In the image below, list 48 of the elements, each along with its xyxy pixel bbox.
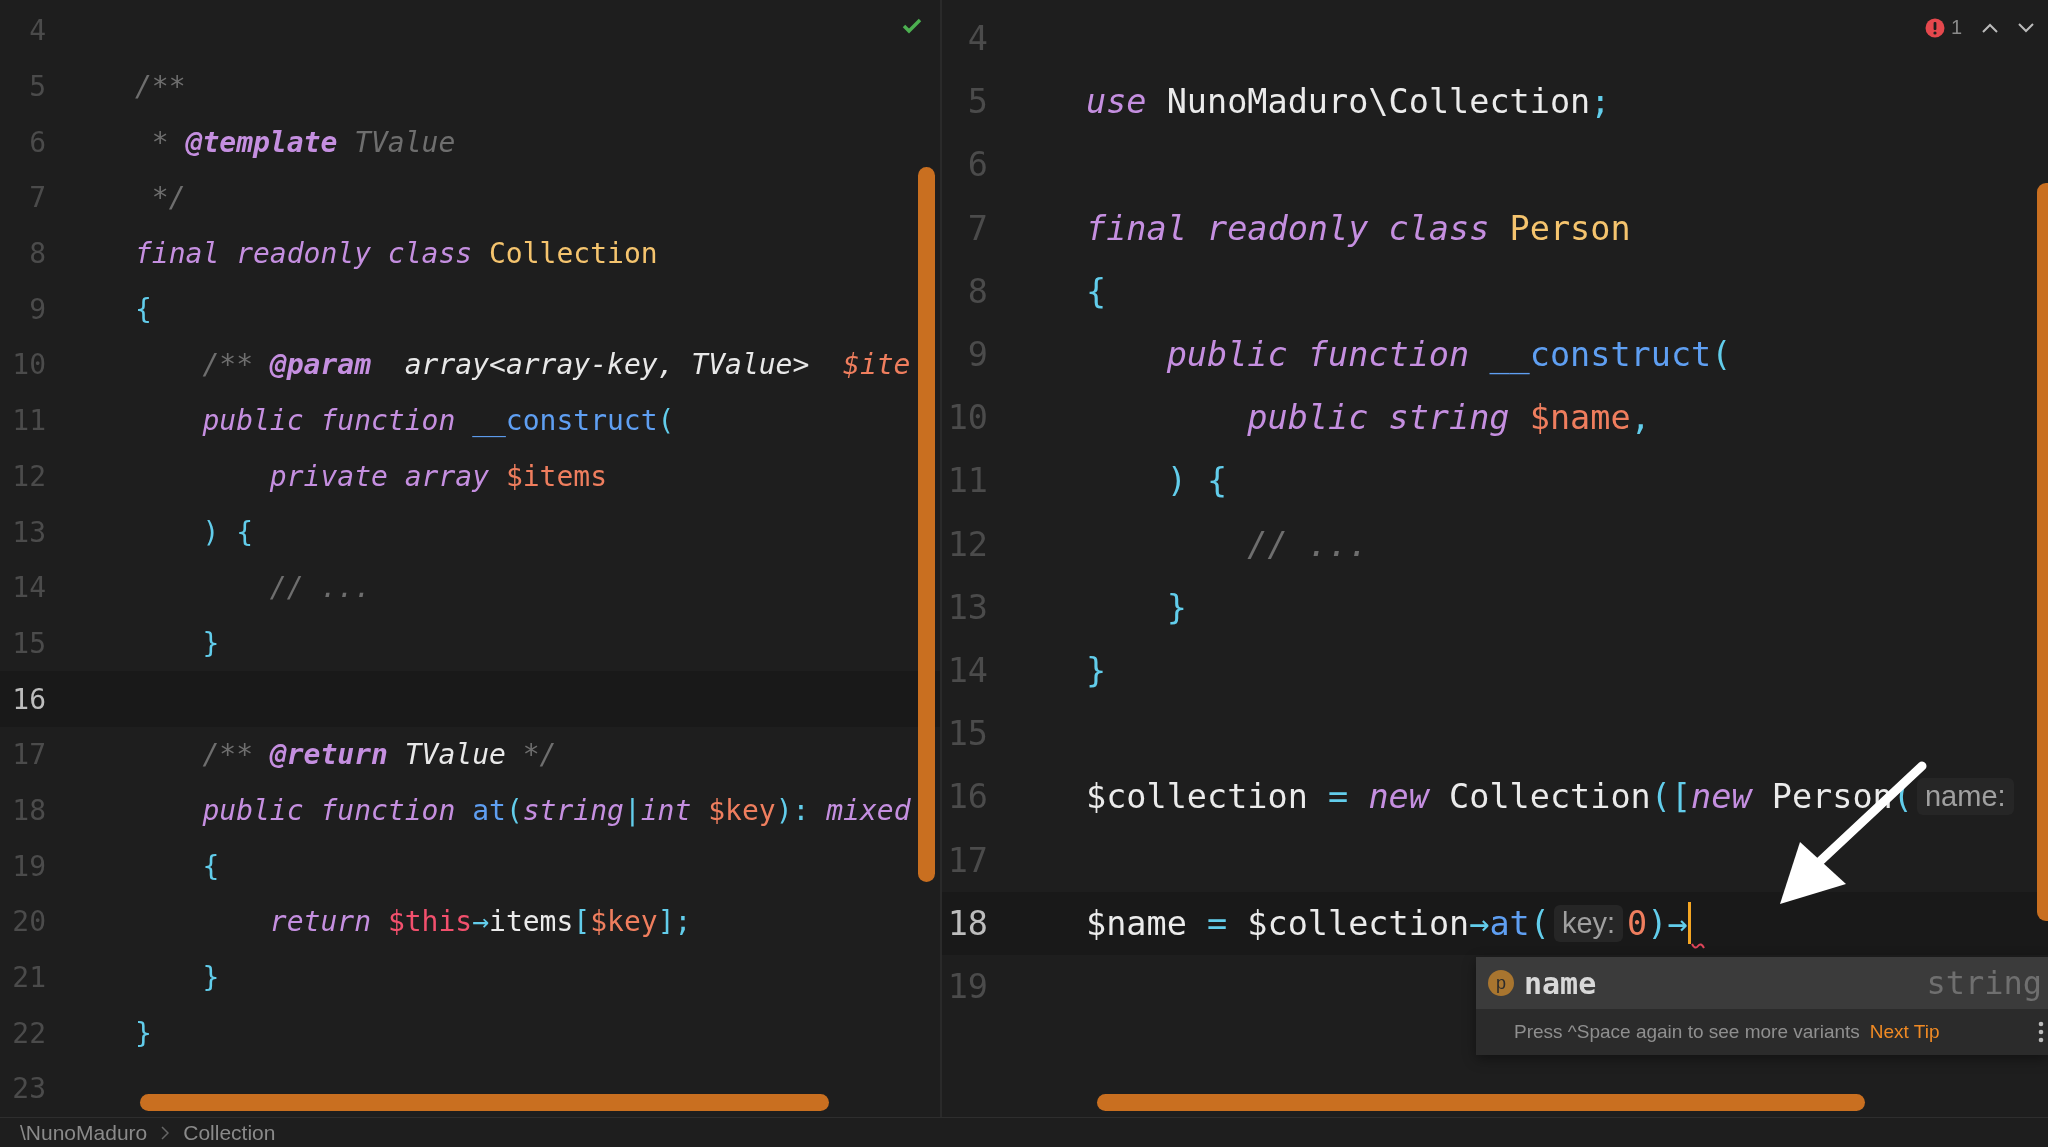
code-text: 0)→ bbox=[1627, 903, 1688, 943]
horizontal-scrollbar[interactable] bbox=[140, 1094, 829, 1111]
code-text: final readonly class Person bbox=[1086, 208, 1631, 248]
line-number: 16 bbox=[11, 682, 46, 716]
horizontal-scrollbar[interactable] bbox=[1097, 1094, 1865, 1111]
code-text: public function __construct( bbox=[1165, 335, 1732, 375]
next-tip-link[interactable]: Next Tip bbox=[1869, 1021, 2038, 1043]
completion-label: name bbox=[1524, 965, 1598, 1001]
code-text: /** @return TValue */ bbox=[201, 738, 557, 772]
code-text: /** @param array<array-key, TValue> $ite bbox=[201, 348, 911, 382]
code-text: ) { bbox=[1165, 461, 1228, 501]
code-text: use NunoMaduro\Collection; bbox=[1086, 82, 1611, 122]
code-text: } bbox=[1086, 650, 1107, 690]
property-badge: p bbox=[1488, 970, 1514, 996]
inlay-hint: key: bbox=[1553, 904, 1624, 942]
breadcrumb[interactable]: \NunoMaduro bbox=[20, 1120, 148, 1145]
code-text: */ bbox=[150, 181, 186, 215]
vertical-scrollbar[interactable] bbox=[918, 167, 935, 882]
code-text: } bbox=[201, 961, 220, 995]
code-text: public function __construct( bbox=[201, 404, 675, 438]
error-icon[interactable] bbox=[1924, 17, 1945, 38]
code-text: public function at(string|int $key): mixed bbox=[201, 793, 911, 827]
problem-count: 1 bbox=[1950, 16, 1962, 39]
code-text: { bbox=[135, 292, 152, 326]
chevron-down-icon[interactable] bbox=[2018, 22, 2034, 33]
code-text: { bbox=[201, 849, 220, 883]
code-text: private array $items bbox=[268, 459, 608, 493]
line-number: 18 bbox=[946, 903, 988, 943]
code-text: ) { bbox=[201, 515, 253, 549]
code-text: public string $name, bbox=[1246, 398, 1651, 438]
inlay-hint: name: bbox=[1916, 778, 2014, 816]
completion-hint: Press ^Space again to see more variants bbox=[1514, 1021, 1860, 1043]
chevron-up-icon[interactable] bbox=[1982, 22, 1998, 33]
code-text: final readonly class Collection bbox=[135, 237, 658, 271]
vertical-scrollbar[interactable] bbox=[2037, 183, 2048, 921]
code-text: // ... bbox=[1246, 524, 1369, 564]
chevron-right-icon bbox=[161, 1125, 170, 1140]
code-text: /** bbox=[135, 70, 186, 104]
breadcrumb[interactable]: Collection bbox=[183, 1120, 276, 1145]
more-options-icon[interactable] bbox=[2038, 1021, 2044, 1043]
code-text: * @template TValue bbox=[150, 125, 456, 159]
code-text: return $this→items[$key]; bbox=[268, 905, 692, 939]
code-text: { bbox=[1086, 271, 1107, 311]
code-text: } bbox=[1165, 587, 1187, 627]
code-text: } bbox=[135, 1016, 152, 1050]
code-text: $name = $collection→at( bbox=[1086, 903, 1550, 943]
code-text: } bbox=[201, 626, 220, 660]
code-text: // ... bbox=[268, 571, 371, 605]
